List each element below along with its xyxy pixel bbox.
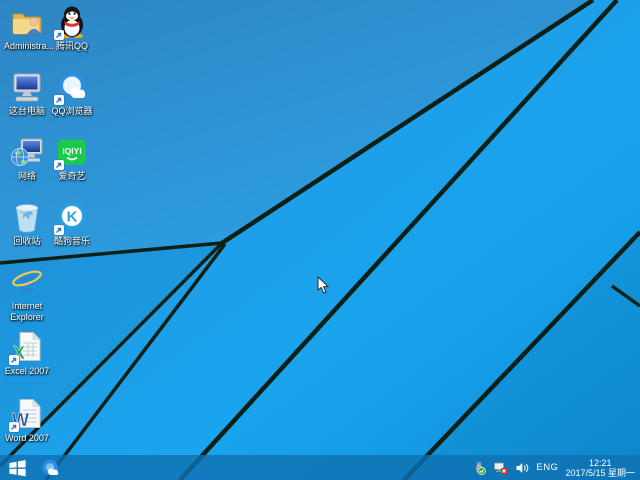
icon-label: Administra... [4, 41, 50, 52]
svg-text:iQIYI: iQIYI [62, 146, 81, 156]
wallpaper-graphic [0, 0, 640, 480]
icon-label: Word 2007 [4, 433, 50, 444]
qq-penguin-icon [55, 5, 89, 39]
recycle-bin-icon [10, 200, 44, 234]
desktop-icon-tencent-qq[interactable]: 腾讯QQ [49, 5, 95, 67]
computer-icon [10, 70, 44, 104]
desktop-icon-recycle-bin[interactable]: 回收站 [4, 200, 50, 262]
desktop-icon-administrator[interactable]: Administra... [4, 5, 50, 67]
language-indicator[interactable]: ENG [536, 462, 558, 473]
icon-label: Internet Explorer [4, 301, 50, 322]
system-tray: ENG 12:21 2017/5/15 星期一 [467, 455, 640, 480]
icon-label: 回收站 [4, 236, 50, 247]
desktop-icon-qq-browser[interactable]: QQ浏览器 [49, 70, 95, 132]
volume-icon[interactable] [515, 461, 529, 475]
desktop-icon-network[interactable]: 网络 [4, 135, 50, 197]
kugou-icon: K [55, 200, 89, 234]
qq-browser-icon [55, 70, 89, 104]
shortcut-arrow-icon [54, 160, 64, 170]
taskbar-clock[interactable]: 12:21 2017/5/15 星期一 [565, 458, 635, 478]
shortcut-arrow-icon [54, 95, 64, 105]
icon-label: QQ浏览器 [49, 106, 95, 117]
icon-label: 爱奇艺 [49, 171, 95, 182]
desktop-icon-kugou-music[interactable]: K 酷狗音乐 [49, 200, 95, 262]
icon-label: 腾讯QQ [49, 41, 95, 52]
shortcut-arrow-icon [54, 30, 64, 40]
shortcut-arrow-icon [9, 422, 19, 432]
windows-logo-icon [8, 459, 27, 477]
safely-remove-hardware-icon[interactable] [472, 461, 486, 475]
word-icon: W [10, 397, 44, 431]
svg-text:K: K [67, 209, 78, 226]
desktop[interactable]: Administra... 这台电脑 [0, 0, 640, 480]
icon-label: Excel 2007 [4, 366, 50, 377]
desktop-icon-this-pc[interactable]: 这台电脑 [4, 70, 50, 132]
qq-browser-icon [40, 458, 60, 478]
mouse-cursor [317, 276, 330, 300]
internet-explorer-icon: e [10, 265, 44, 299]
desktop-icon-word-2007[interactable]: W Word 2007 [4, 397, 50, 459]
icon-label: 网络 [4, 171, 50, 182]
iqiyi-icon: iQIYI [55, 135, 89, 169]
desktop-icon-iqiyi[interactable]: iQIYI 爱奇艺 [49, 135, 95, 197]
shortcut-arrow-icon [9, 355, 19, 365]
clock-date: 2017/5/15 星期一 [565, 468, 635, 478]
user-folder-icon [10, 5, 44, 39]
start-button[interactable] [0, 455, 34, 480]
icon-label: 酷狗音乐 [49, 236, 95, 247]
taskbar-item-qq-browser[interactable] [34, 455, 66, 480]
network-icon [10, 135, 44, 169]
desktop-icon-internet-explorer[interactable]: e Internet Explorer [4, 265, 50, 327]
desktop-icon-excel-2007[interactable]: X Excel 2007 [4, 330, 50, 392]
shortcut-arrow-icon [54, 225, 64, 235]
icon-label: 这台电脑 [4, 106, 50, 117]
excel-icon: X [10, 330, 44, 364]
network-status-icon[interactable] [493, 461, 508, 475]
clock-time: 12:21 [565, 458, 635, 468]
taskbar: ENG 12:21 2017/5/15 星期一 [0, 455, 640, 480]
